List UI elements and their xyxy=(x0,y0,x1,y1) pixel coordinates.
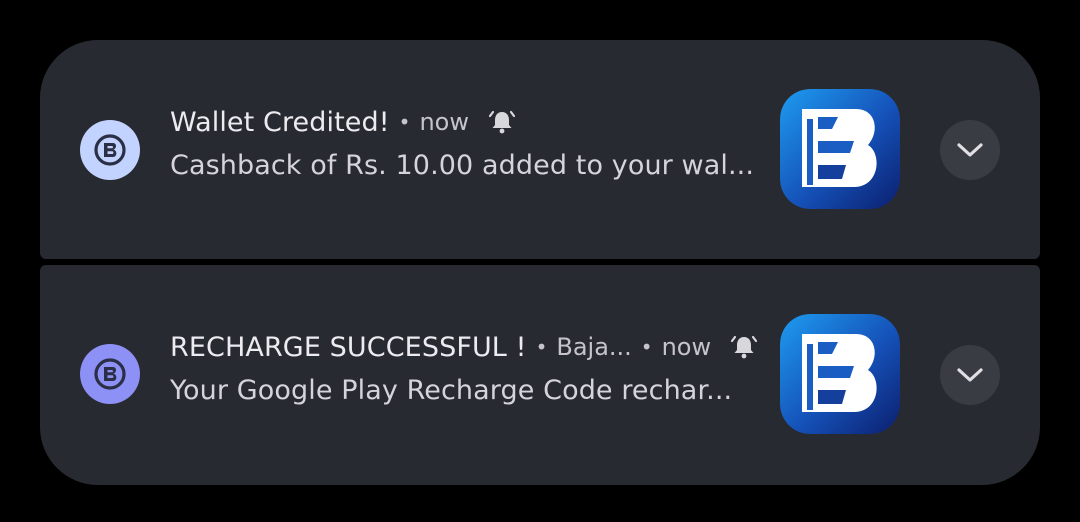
notification-title: RECHARGE SUCCESSFUL ! xyxy=(170,331,527,363)
expand-button[interactable] xyxy=(940,120,1000,180)
notification-recharge-successful[interactable]: RECHARGE SUCCESSFUL ! • Baja... • now Yo… xyxy=(40,265,1040,485)
notification-app-name: Baja... xyxy=(556,333,632,361)
alarm-bell-icon xyxy=(729,333,759,361)
notification-text: Your Google Play Recharge Code rechar... xyxy=(170,375,733,406)
notification-shade: Wallet Credited! • now Cashback of Rs. 1… xyxy=(0,0,1080,522)
notification-content: Wallet Credited! • now Cashback of Rs. 1… xyxy=(170,102,770,182)
notification-header: Wallet Credited! • now xyxy=(170,102,770,142)
bajaj-finserv-logo-icon xyxy=(80,344,140,404)
notification-header: RECHARGE SUCCESSFUL ! • Baja... • now xyxy=(170,327,770,367)
notification-text: Cashback of Rs. 10.00 added to your wal.… xyxy=(170,150,755,181)
bajaj-finserv-app-icon xyxy=(780,314,900,434)
bajaj-finserv-logo-icon xyxy=(80,120,140,180)
notification-wallet-credited[interactable]: Wallet Credited! • now Cashback of Rs. 1… xyxy=(40,40,1040,259)
separator-dot: • xyxy=(640,335,653,359)
chevron-down-icon xyxy=(957,143,983,157)
notification-title: Wallet Credited! xyxy=(170,106,390,138)
notification-time: now xyxy=(661,333,712,361)
alarm-bell-icon xyxy=(487,108,517,136)
notification-content: RECHARGE SUCCESSFUL ! • Baja... • now Yo… xyxy=(170,327,770,406)
chevron-down-icon xyxy=(957,368,983,382)
bajaj-finserv-app-icon xyxy=(780,89,900,209)
notification-time: now xyxy=(419,108,469,136)
expand-button[interactable] xyxy=(940,345,1000,405)
separator-dot: • xyxy=(535,335,548,359)
separator-dot: • xyxy=(398,110,411,134)
